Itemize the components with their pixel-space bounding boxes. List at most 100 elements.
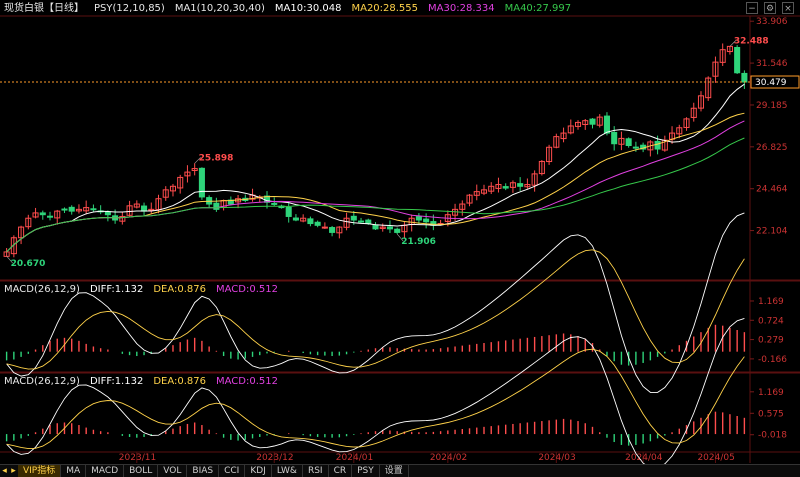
chart-window: 33.906 31.546 29.185 26.825 24.464 22.104 30.4…	[0, 0, 800, 477]
macd-dea: DEA:0.876	[153, 376, 207, 387]
ma30-line	[6, 120, 745, 253]
tab-lw[interactable]: LW&	[272, 465, 303, 477]
psy-label: PSY(12,10,85)	[94, 3, 165, 14]
y-tick-label: 29.185	[756, 101, 788, 111]
macd-tick-label: 0.575	[758, 409, 784, 419]
candle-body	[350, 215, 357, 221]
candle-body	[632, 146, 639, 149]
x-tick-label: 2024/05	[697, 453, 734, 463]
period-label[interactable]: 【日线】	[44, 2, 84, 16]
candle-body	[307, 218, 314, 225]
candle-body	[611, 132, 618, 145]
candle-body	[625, 138, 632, 147]
candle-body	[589, 118, 596, 125]
tab-settings[interactable]: 设置	[380, 465, 409, 477]
candle-body	[386, 226, 393, 230]
ma40-label: MA40:27.997	[504, 3, 572, 14]
x-tick-label: 2024/03	[538, 453, 575, 463]
macd-name: MACD(26,12,9)	[4, 284, 80, 295]
candle-body	[271, 202, 278, 205]
x-tick-label: 2024/01	[336, 453, 373, 463]
x-tick-label: 2023/12	[256, 453, 293, 463]
tab-left-arrow-icon[interactable]: ◂	[0, 465, 9, 477]
candle-body	[365, 219, 372, 225]
ma10-label: MA10:30.048	[274, 3, 342, 14]
macd-tick-label: 1.169	[758, 388, 784, 398]
tab-right-arrow-icon[interactable]: ▸	[9, 465, 18, 477]
tab-rsi[interactable]: RSI	[303, 465, 329, 477]
macd-dea: DEA:0.876	[153, 284, 207, 295]
candle-body	[39, 212, 46, 216]
tab-psy[interactable]: PSY	[352, 465, 380, 477]
macd-header-2: MACD(26,12,9) DIFF:1.132 DEA:0.876 MACD:…	[4, 375, 278, 389]
y-tick-label: 24.464	[756, 185, 788, 195]
current-price-label: 30.479	[755, 78, 787, 88]
tab-boll[interactable]: BOLL	[124, 465, 159, 477]
candle-body	[104, 211, 111, 216]
macd-tick-label: -0.018	[758, 431, 787, 441]
macd-tick-label: 0.279	[758, 336, 784, 346]
candle-body	[603, 115, 610, 134]
candle-body	[321, 226, 328, 229]
ma-params-label: MA1(10,20,30,40)	[174, 3, 265, 14]
macd-name: MACD(26,12,9)	[4, 376, 80, 387]
candle-body	[61, 208, 68, 211]
annotation-label: 25.898	[199, 153, 234, 163]
annotation-label: 21.906	[401, 237, 436, 247]
minimize-icon[interactable]: −	[746, 2, 758, 14]
y-tick-label: 31.546	[756, 59, 788, 69]
candle-body	[517, 183, 524, 187]
ma30-label: MA30:28.334	[428, 3, 495, 14]
tab-vol[interactable]: VOL	[158, 465, 188, 477]
y-tick-label: 26.825	[756, 143, 788, 153]
close-icon[interactable]: ×	[782, 2, 794, 14]
macd-header-1: MACD(26,12,9) DIFF:1.132 DEA:0.876 MACD:…	[4, 283, 278, 297]
tab-cci[interactable]: CCI	[219, 465, 246, 477]
tab-cr[interactable]: CR	[329, 465, 353, 477]
candle-body	[90, 208, 97, 211]
main-header: 现货白银 【日线】 PSY(12,10,85) MA1(10,20,30,40)…	[4, 2, 571, 16]
annotation-label: 20.670	[11, 259, 46, 269]
ma40-line	[6, 137, 745, 253]
macd-diff: DIFF:1.132	[89, 284, 144, 295]
candle-body	[329, 227, 336, 233]
x-tick-label: 2024/02	[430, 453, 467, 463]
macd-tick-label: 0.724	[758, 316, 784, 326]
macd-diff-line	[6, 317, 745, 469]
ma20-label: MA20:28.555	[351, 3, 419, 14]
candle-body	[213, 202, 220, 210]
macd-value: MACD:0.512	[216, 376, 278, 387]
settings-icon[interactable]: ⚙	[764, 2, 776, 14]
tab-vip[interactable]: VIP指标	[18, 465, 62, 477]
candle-body	[654, 140, 661, 150]
y-tick-label: 33.906	[756, 17, 788, 27]
candle-body	[734, 46, 741, 74]
macd-tick-label: -0.166	[758, 355, 787, 365]
annotation-label: 32.488	[734, 36, 769, 46]
indicator-tabs: ◂ ▸ VIP指标 MA MACD BOLL VOL BIAS CCI KDJ …	[0, 464, 800, 477]
macd-tick-label: 1.169	[758, 297, 784, 307]
tab-macd[interactable]: MACD	[86, 465, 125, 477]
candle-body	[141, 205, 148, 212]
candle-body	[46, 215, 54, 218]
x-tick-label: 2023/11	[119, 453, 156, 463]
candle-body	[198, 167, 205, 198]
macd-diff: DIFF:1.132	[89, 376, 144, 387]
tab-kdj[interactable]: KDJ	[245, 465, 272, 477]
candle-body	[741, 72, 748, 83]
macd-value: MACD:0.512	[216, 284, 278, 295]
y-tick-label: 22.104	[756, 227, 788, 237]
candle-body	[314, 221, 321, 226]
chart-canvas: 33.906 31.546 29.185 26.825 24.464 22.104 30.4…	[0, 15, 800, 469]
candle-body	[285, 206, 292, 217]
ma20-line	[6, 112, 745, 253]
candle-body	[372, 224, 379, 230]
candle-body	[394, 228, 401, 233]
tab-ma[interactable]: MA	[61, 465, 87, 477]
tab-bias[interactable]: BIAS	[187, 465, 220, 477]
instrument-label: 现货白银	[4, 3, 44, 14]
candle-body	[358, 220, 365, 223]
candle-body	[423, 218, 430, 223]
x-tick-label: 2024/04	[625, 453, 663, 463]
macd-diff-line	[6, 212, 745, 393]
